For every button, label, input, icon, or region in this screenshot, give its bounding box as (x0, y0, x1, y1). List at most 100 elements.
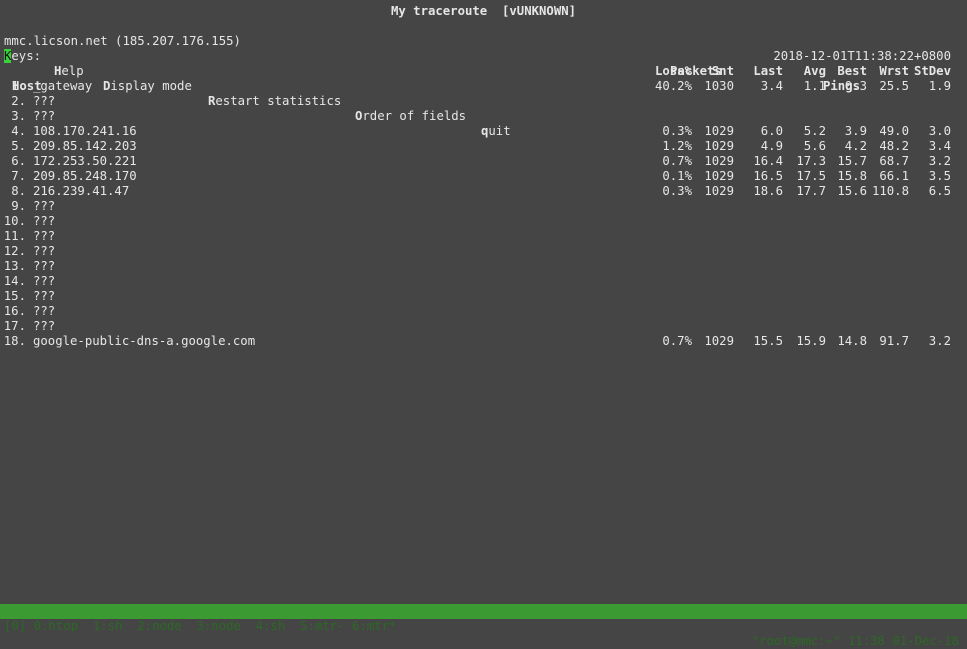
hop-host: ??? (33, 289, 56, 303)
hop-host: ??? (33, 229, 56, 243)
window-title: My traceroute [vUNKNOWN] (390, 4, 577, 18)
col-stdev: StDev (913, 64, 951, 78)
hop-host: _gateway (33, 79, 93, 93)
column-group-headers: Packets Pings (0, 49, 967, 93)
hop-avg: 5.6 (803, 139, 826, 153)
hop-stdev: 3.2 (928, 154, 951, 168)
hop-last: 15.5 (753, 334, 783, 348)
hop-best: 15.6 (837, 184, 867, 198)
hop-avg: 17.7 (796, 184, 826, 198)
hop-loss: 40.2% (654, 79, 692, 93)
hop-row: 6. 172.253.50.221 0.7% 1029 16.4 17.3 15.7 68.7… (0, 154, 967, 169)
col-best: Best (837, 64, 867, 78)
hop-number: 4. (11, 124, 26, 138)
hop-stdev: 6.5 (928, 184, 951, 198)
hop-row: 5. 209.85.142.203 1.2% 1029 4.9 5.6 4.2 48.2 3.4 (0, 139, 967, 154)
hop-loss: 0.7% (662, 154, 692, 168)
hop-row: 11.??? (0, 229, 967, 244)
hop-stdev: 1.9 (928, 79, 951, 93)
hop-number: 12. (3, 244, 26, 258)
hop-host: 209.85.142.203 (33, 139, 137, 153)
hop-number: 6. (11, 154, 26, 168)
hop-host: ??? (33, 214, 56, 228)
hop-wrst: 49.0 (879, 124, 909, 138)
hop-host: google-public-dns-a.google.com (33, 334, 256, 348)
hop-best: 15.8 (837, 169, 867, 183)
hop-snt: 1029 (704, 154, 734, 168)
hop-row: 1. _gateway 40.2% 1030 3.4 1.1 0.3 25.5 1.9 (0, 79, 967, 94)
hop-wrst: 68.7 (879, 154, 909, 168)
hop-number: 3. (11, 109, 26, 123)
hop-snt: 1029 (704, 139, 734, 153)
hop-wrst: 110.8 (871, 184, 909, 198)
hop-number: 7. (11, 169, 26, 183)
hop-host: 216.239.41.47 (33, 184, 130, 198)
hop-row: 17.??? (0, 319, 967, 334)
hop-stdev: 3.2 (928, 334, 951, 348)
hop-wrst: 66.1 (879, 169, 909, 183)
tmux-status-right: "root@mmc:~" 11:38 01-Dec-18 (751, 634, 959, 648)
hop-number: 2. (11, 94, 26, 108)
hop-host: ??? (33, 199, 56, 213)
hop-last: 16.5 (753, 169, 783, 183)
hop-wrst: 48.2 (879, 139, 909, 153)
hop-row: 13.??? (0, 259, 967, 274)
hop-row: 8. 216.239.41.47 0.3% 1029 18.6 17.7 15.6 110.8… (0, 184, 967, 199)
hop-row: 3.??? (0, 109, 967, 124)
hop-number: 18. (3, 334, 26, 348)
hop-loss: 0.7% (662, 334, 692, 348)
hop-row: 15.??? (0, 289, 967, 304)
hop-row: 2.??? (0, 94, 967, 109)
hop-last: 3.4 (760, 79, 783, 93)
hop-avg: 1.1 (803, 79, 826, 93)
hop-host: 209.85.248.170 (33, 169, 137, 183)
hop-wrst: 25.5 (879, 79, 909, 93)
hop-snt: 1029 (704, 124, 734, 138)
hop-loss: 0.1% (662, 169, 692, 183)
hop-row: 18. google-public-dns-a.google.com 0.7% 102… (0, 334, 967, 349)
hop-number: 13. (3, 259, 26, 273)
hop-avg: 5.2 (803, 124, 826, 138)
hop-number: 15. (3, 289, 26, 303)
hop-host: ??? (33, 259, 56, 273)
hop-number: 17. (3, 319, 26, 333)
hop-best: 14.8 (837, 334, 867, 348)
hop-host: ??? (33, 94, 56, 108)
hop-avg: 15.9 (796, 334, 826, 348)
col-snt: Snt (711, 64, 734, 78)
tmux-window-list[interactable]: [0] 0:htop 1:sh 2:node 3:node 4:sh 5:mtr… (4, 619, 396, 634)
hop-number: 5. (11, 139, 26, 153)
hop-host: ??? (33, 274, 56, 288)
hop-loss: 1.2% (662, 139, 692, 153)
hop-number: 14. (3, 274, 26, 288)
hop-last: 4.9 (760, 139, 783, 153)
hop-row: 10.??? (0, 214, 967, 229)
hop-snt: 1030 (704, 79, 734, 93)
column-headers: Host Loss% Snt Last Avg Best Wrst StDev (0, 64, 967, 93)
hop-best: 15.7 (837, 154, 867, 168)
hop-last: 16.4 (753, 154, 783, 168)
hop-loss: 0.3% (662, 124, 692, 138)
hop-last: 18.6 (753, 184, 783, 198)
hop-row: 4. 108.170.241.16 0.3% 1029 6.0 5.2 3.9 49.0 3.0 (0, 124, 967, 139)
col-wrst: Wrst (879, 64, 909, 78)
hop-number: 8. (11, 184, 26, 198)
hop-row: 14.??? (0, 274, 967, 289)
hop-wrst: 91.7 (879, 334, 909, 348)
col-avg: Avg (803, 64, 826, 78)
col-loss: Loss% (654, 64, 692, 78)
hop-stdev: 3.4 (928, 139, 951, 153)
keys-bar: Keys: Help Display mode Restart statisti… (0, 34, 967, 138)
hop-avg: 17.5 (796, 169, 826, 183)
col-last: Last (753, 64, 783, 78)
hop-stdev: 3.5 (928, 169, 951, 183)
hop-host: ??? (33, 109, 56, 123)
hop-snt: 1029 (704, 334, 734, 348)
hop-best: 4.2 (844, 139, 867, 153)
hop-best: 3.9 (844, 124, 867, 138)
hop-row: 12.??? (0, 244, 967, 259)
hop-snt: 1029 (704, 169, 734, 183)
hop-host: 172.253.50.221 (33, 154, 137, 168)
hop-number: 11. (3, 229, 26, 243)
hop-row: 9.??? (0, 199, 967, 214)
